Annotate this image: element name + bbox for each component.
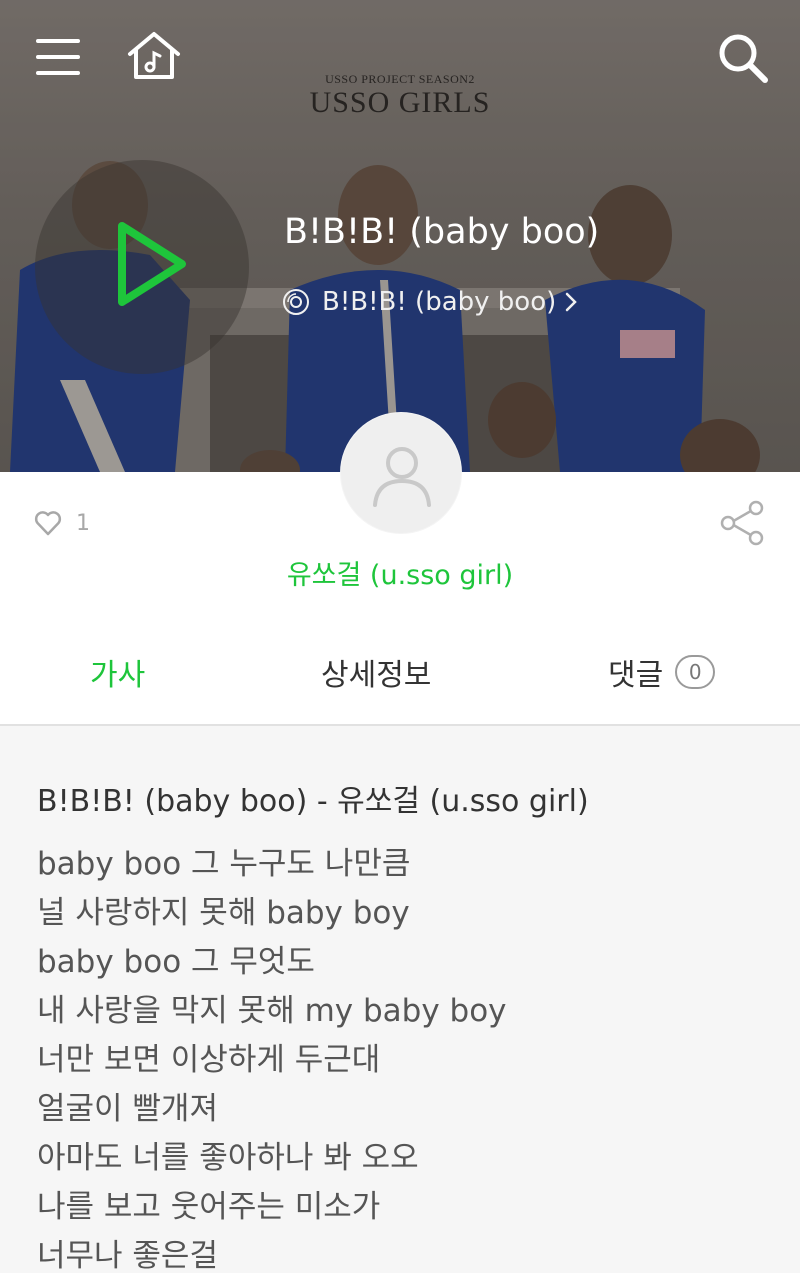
play-button[interactable]: [35, 160, 249, 374]
lyrics-panel: B!B!B! (baby boo) - 유쏘걸 (u.sso girl) bab…: [0, 726, 800, 1273]
like-count: 1: [76, 510, 90, 536]
lyrics-line: 너만 보면 이상하게 두근대: [37, 1042, 381, 1078]
lyrics-line: 널 사랑하지 못해 baby boy: [37, 895, 410, 931]
chevron-right-icon: [566, 292, 578, 312]
brand-subtitle: USSO PROJECT SEASON2: [325, 72, 475, 86]
lyrics-line: 아마도 너를 좋아하나 봐 오오: [37, 1140, 419, 1176]
lyrics-line: baby boo 그 무엇도: [37, 944, 315, 980]
person-icon: [373, 447, 431, 507]
lyrics-line: 내 사랑을 막지 못해 my baby boy: [37, 993, 507, 1029]
artist-name-link[interactable]: 유쏘걸 (u.sso girl): [0, 553, 800, 592]
hamburger-menu-icon[interactable]: [34, 36, 82, 78]
tab-lyrics[interactable]: 가사: [90, 650, 145, 694]
lyrics-line: baby boo 그 누구도 나만큼: [37, 846, 411, 882]
lyrics-line: 얼굴이 빨개져: [37, 1091, 218, 1127]
hero-banner: USSO PROJECT SEASON2 USSO GIRLS B!B!B! (…: [0, 0, 800, 472]
brand-title: USSO GIRLS: [309, 86, 491, 119]
tab-comments-label: 댓글: [608, 658, 664, 693]
heart-icon: [34, 511, 62, 536]
tab-details[interactable]: 상세정보: [321, 650, 431, 694]
album-name: B!B!B! (baby boo): [322, 287, 557, 317]
song-title: B!B!B! (baby boo): [284, 212, 600, 252]
search-icon[interactable]: [716, 32, 770, 84]
tab-bar: 가사 상세정보 댓글 0: [0, 618, 800, 726]
lyrics-line: 너무나 좋은걸: [37, 1238, 218, 1273]
music-home-icon[interactable]: [126, 30, 182, 82]
tab-details-label: 상세정보: [321, 658, 432, 693]
disc-icon: [283, 289, 309, 315]
share-icon[interactable]: [718, 499, 766, 547]
lyrics-heading: B!B!B! (baby boo) - 유쏘걸 (u.sso girl): [37, 784, 589, 819]
tab-comments[interactable]: 댓글 0: [608, 650, 716, 694]
like-button[interactable]: 1: [34, 510, 90, 536]
tab-lyrics-label: 가사: [90, 658, 146, 693]
play-icon: [118, 222, 186, 306]
lyrics-line: 나를 보고 웃어주는 미소가: [37, 1189, 381, 1225]
artist-avatar[interactable]: [340, 412, 462, 534]
album-link[interactable]: B!B!B! (baby boo): [282, 287, 578, 317]
comment-count-badge: 0: [675, 655, 716, 689]
lyrics-list: baby boo 그 누구도 나만큼 널 사랑하지 못해 baby boy ba…: [37, 840, 507, 1273]
